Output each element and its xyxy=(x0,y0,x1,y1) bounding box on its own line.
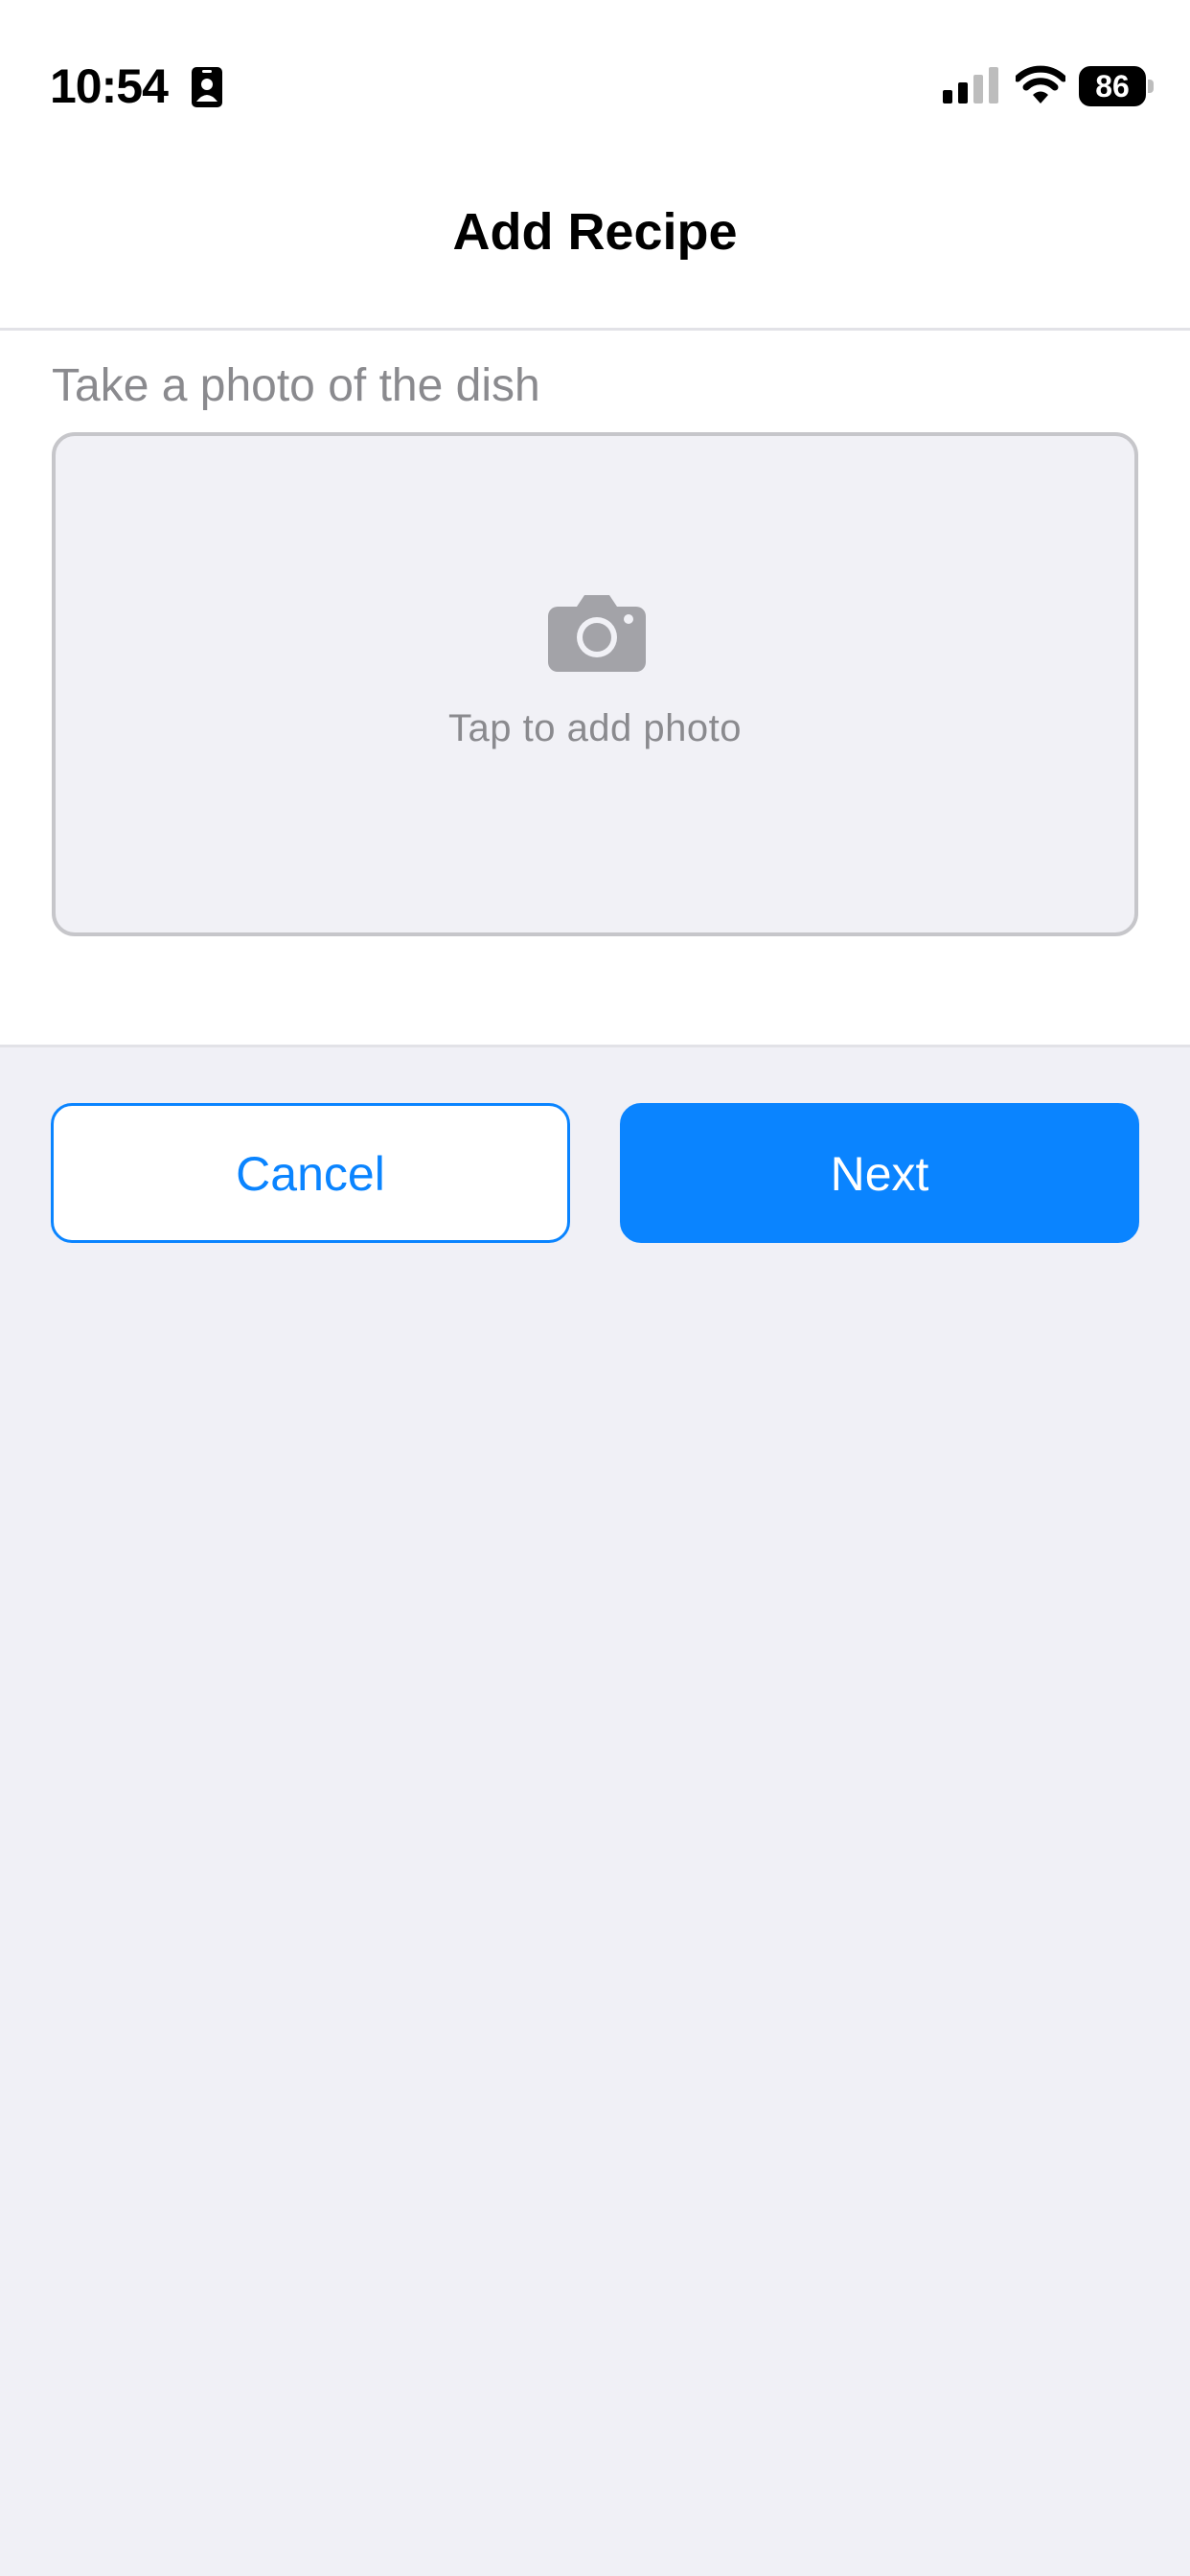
battery-icon: 86 xyxy=(1079,66,1156,106)
cancel-button[interactable]: Cancel xyxy=(51,1103,570,1243)
navigation-bar: Add Recipe xyxy=(0,172,1190,331)
page-title: Add Recipe xyxy=(452,203,738,261)
add-photo-hint: Tap to add photo xyxy=(447,707,743,749)
camera-icon xyxy=(548,595,646,672)
cellular-signal-icon xyxy=(943,67,998,104)
battery-level: 86 xyxy=(1079,66,1146,106)
status-bar: 10:54 86 xyxy=(0,0,1190,172)
status-time: 10:54 xyxy=(50,59,169,113)
add-photo-area[interactable]: Tap to add photo xyxy=(52,432,1138,936)
id-card-icon xyxy=(192,67,222,107)
photo-section: Take a photo of the dish Tap to add phot… xyxy=(0,331,1190,1047)
next-button[interactable]: Next xyxy=(620,1103,1139,1243)
wifi-icon xyxy=(1016,65,1065,104)
battery-cap xyxy=(1148,80,1154,93)
photo-section-label: Take a photo of the dish xyxy=(52,360,540,411)
